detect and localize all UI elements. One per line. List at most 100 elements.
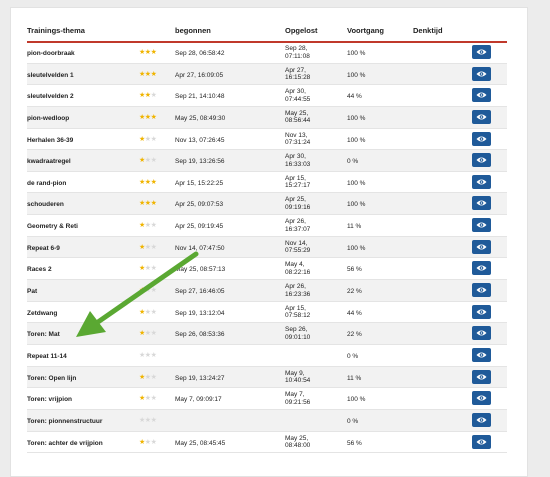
view-button[interactable] (472, 66, 491, 81)
view-button[interactable] (472, 45, 491, 59)
star-icon: ★★★ (139, 308, 157, 316)
table-row: Toren: achter de vrijpion ★★★ May 25, 08:4… (27, 432, 507, 454)
training-table: pion-doorbraak ★★★ Sep 28, 06:58:42 Sep 28,… (27, 42, 507, 454)
solved-time: Apr 26, 16:37:07 (285, 218, 311, 233)
progress-value: 100 % (347, 179, 366, 187)
view-button[interactable] (472, 131, 491, 146)
star-icon: ★★★ (139, 373, 157, 381)
solved-time: May 25, 08:48:00 (285, 434, 311, 450)
theme-name: Toren: pionnenstructuur (27, 417, 103, 425)
started-time: May 25, 08:45:45 (175, 439, 226, 447)
theme-name: Toren: Open lijn (27, 374, 77, 382)
solved-time: Apr 27, 16:15:28 (285, 66, 311, 82)
started-time: Nov 14, 07:47:50 (175, 244, 225, 252)
table-row: Zetdwang ★★★ Sep 19, 13:12:04 Apr 15, 07:58:… (27, 302, 507, 324)
theme-name: Geometry & Reti (27, 223, 78, 231)
progress-value: 44 % (347, 93, 362, 101)
started-time: Sep 19, 13:26:56 (175, 158, 225, 166)
view-button[interactable] (472, 391, 491, 406)
eye-icon (476, 265, 487, 271)
eye-icon (476, 179, 487, 185)
progress-value: 22 % (347, 331, 362, 339)
view-button[interactable] (472, 347, 491, 362)
solved-time: Sep 26, 09:01:10 (285, 326, 311, 341)
view-button[interactable] (472, 283, 491, 298)
table-row: de rand-pion ★★★ Apr 15, 15:22:25 Apr 15, 15… (27, 172, 507, 194)
progress-value: 11 % (347, 223, 362, 231)
eye-icon (476, 244, 487, 250)
table-row: sleutelvelden 1 ★★★ Apr 27, 16:09:05 Apr 27… (27, 63, 507, 86)
theme-name: kwadraatregel (27, 158, 71, 166)
theme-name: Zetdwang (27, 309, 58, 317)
view-button[interactable] (472, 434, 491, 449)
theme-name: pion-wedloop (27, 114, 70, 122)
header-started: begonnen (175, 26, 211, 35)
progress-value: 100 % (347, 201, 366, 209)
view-button[interactable] (472, 412, 491, 427)
view-button[interactable] (472, 261, 491, 276)
eye-icon (476, 374, 487, 380)
theme-name: Toren: achter de vrijpion (27, 439, 103, 447)
eye-icon (476, 157, 487, 163)
started-time: Apr 25, 09:07:53 (175, 201, 224, 209)
view-button[interactable] (472, 239, 491, 254)
theme-name: sleutelvelden 2 (27, 93, 74, 101)
progress-value: 0 % (347, 158, 359, 166)
progress-value: 100 % (347, 396, 366, 404)
view-button[interactable] (472, 369, 491, 384)
eye-icon (476, 352, 487, 358)
view-button[interactable] (472, 218, 491, 233)
eye-icon (476, 222, 487, 228)
view-button[interactable] (472, 153, 491, 168)
solved-time: Apr 30, 16:33:03 (285, 153, 311, 168)
progress-value: 100 % (347, 71, 366, 79)
star-icon: ★★★ (139, 243, 157, 251)
progress-value: 0 % (347, 417, 359, 425)
view-button[interactable] (472, 304, 491, 319)
star-icon: ★★★ (139, 416, 157, 424)
view-button[interactable] (472, 109, 491, 124)
solved-time: Sep 28, 07:11:08 (285, 45, 310, 60)
table-row: Toren: vrijpion ★★★ May 7, 09:09:17 May 7, 0… (27, 388, 507, 410)
star-icon: ★★★ (139, 157, 157, 165)
view-button[interactable] (472, 196, 491, 211)
star-icon: ★★★ (139, 330, 157, 338)
solved-time: Apr 30, 07:44:55 (285, 88, 311, 103)
view-button[interactable] (472, 174, 491, 189)
theme-name: Repeat 11-14 (27, 352, 67, 360)
star-icon: ★★★ (139, 200, 157, 208)
theme-name: Toren: vrijpion (27, 396, 73, 404)
star-icon: ★★★ (139, 135, 157, 143)
star-icon: ★★★ (139, 222, 157, 230)
theme-name: Races 2 (27, 266, 52, 274)
table-row: kwadraatregel ★★★ Sep 19, 13:26:56 Apr 30, 1… (27, 150, 507, 172)
solved-time: May 7, 09:21:56 (285, 391, 311, 406)
star-icon: ★★★ (139, 287, 157, 295)
table-row: Pat ★★★ Sep 27, 16:46:05 Apr 26, 16:23:36 22 … (27, 280, 507, 302)
star-icon: ★★★ (139, 49, 157, 56)
table-row: Races 2 ★★★ May 25, 08:57:13 May 4, 08:22:16… (27, 258, 507, 281)
progress-value: 56 % (347, 266, 362, 274)
eye-icon (476, 49, 487, 55)
table-row: Geometry & Reti ★★★ Apr 25, 09:19:45 Apr 26… (27, 215, 507, 237)
star-icon: ★★★ (139, 92, 157, 100)
star-icon: ★★★ (139, 178, 157, 186)
table-row: Herhalen 36-39 ★★★ Nov 13, 07:26:45 Nov 13,… (27, 129, 507, 151)
header-solved: Opgelost (285, 26, 318, 35)
table-row: Toren: Mat ★★★ Sep 26, 08:53:36 Sep 26, 09:0… (27, 323, 507, 345)
started-time: Sep 27, 16:46:05 (175, 288, 225, 296)
progress-value: 100 % (347, 136, 366, 144)
view-button[interactable] (472, 88, 491, 103)
training-page: Trainings-thema begonnen Opgelost Voortg… (10, 7, 528, 477)
started-time: May 25, 08:49:30 (175, 114, 226, 122)
solved-time: Apr 15, 07:58:12 (285, 304, 311, 320)
theme-name: de rand-pion (27, 179, 67, 187)
view-button[interactable] (472, 326, 491, 341)
theme-name: Repeat 6-9 (27, 244, 60, 252)
progress-value: 100 % (347, 244, 366, 252)
star-icon: ★★★ (139, 395, 157, 403)
started-time: Sep 28, 06:58:42 (175, 50, 225, 57)
started-time: Sep 19, 13:12:04 (175, 309, 225, 317)
progress-value: 11 % (347, 374, 362, 382)
table-row: pion-wedloop ★★★ May 25, 08:49:30 May 25, 08… (27, 106, 507, 129)
